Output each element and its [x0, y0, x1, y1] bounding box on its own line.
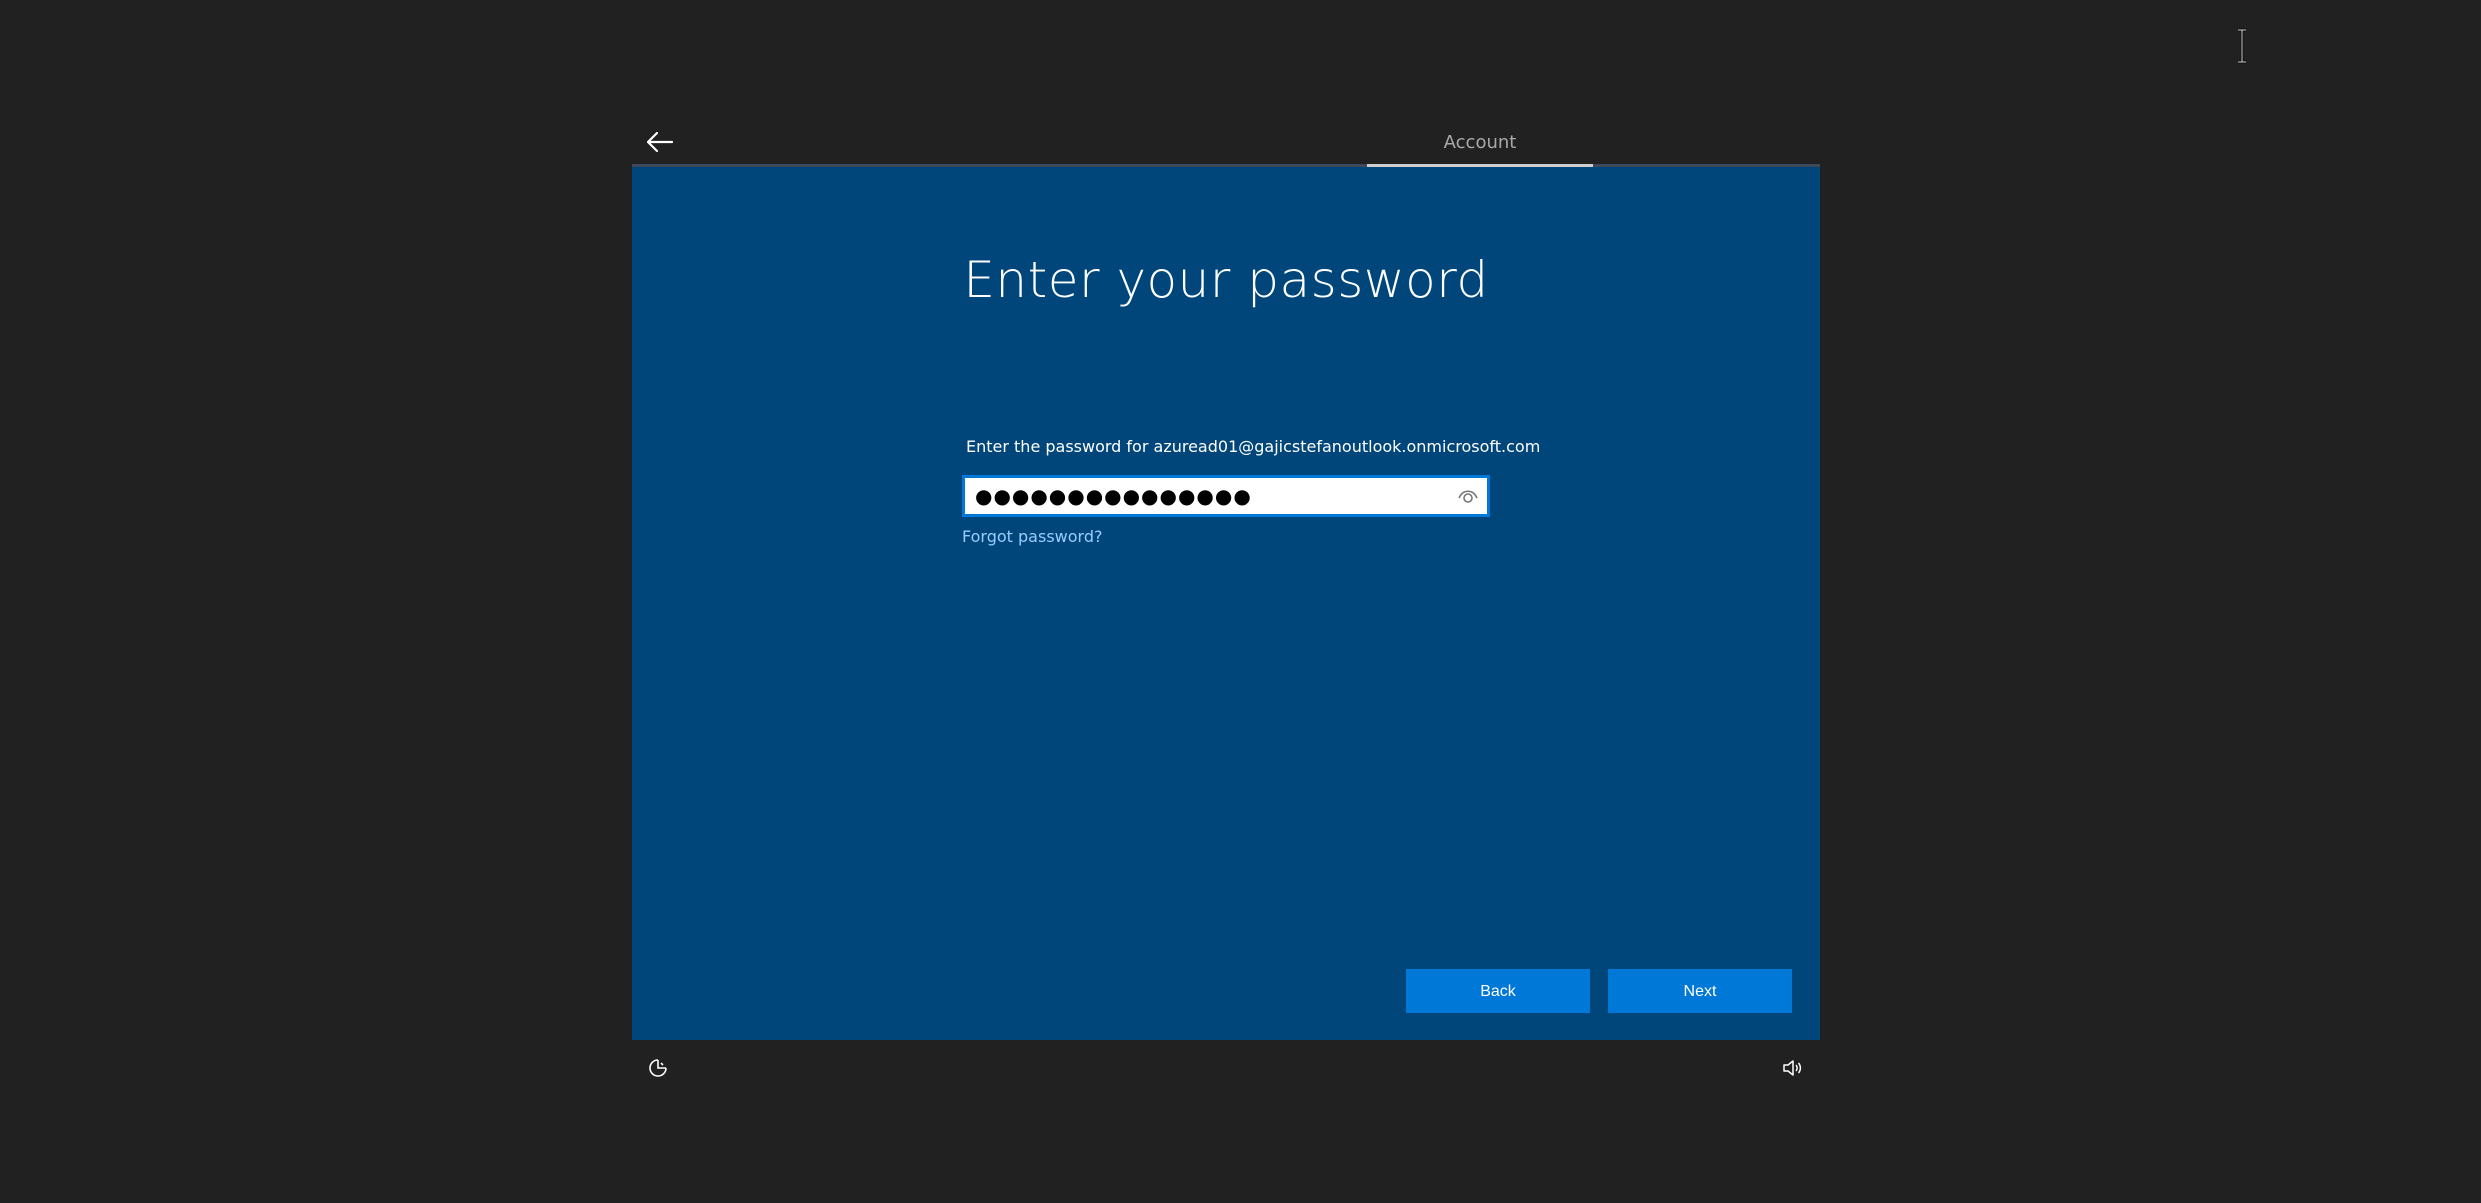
eye-icon[interactable] — [1457, 486, 1479, 506]
ease-of-access-icon[interactable] — [648, 1058, 668, 1078]
back-arrow-icon[interactable] — [642, 128, 676, 156]
forgot-password-link[interactable]: Forgot password? — [962, 527, 1102, 546]
oobe-screen: Account Enter your password Enter the pa… — [0, 0, 2481, 1203]
tab-account: Account — [1443, 132, 1517, 153]
password-input[interactable]: ●●●●●●●●●●●●●●● — [962, 475, 1490, 517]
next-button[interactable]: Next — [1608, 969, 1792, 1013]
page-title: Enter your password — [963, 251, 1489, 309]
password-panel: Enter your password Enter the password f… — [632, 167, 1820, 1040]
text-cursor-icon — [2238, 28, 2246, 64]
back-button[interactable]: Back — [1406, 969, 1590, 1013]
password-instruction: Enter the password for azuread01@gajicst… — [966, 437, 1541, 456]
password-value: ●●●●●●●●●●●●●●● — [975, 484, 1252, 508]
volume-icon[interactable] — [1782, 1058, 1802, 1078]
